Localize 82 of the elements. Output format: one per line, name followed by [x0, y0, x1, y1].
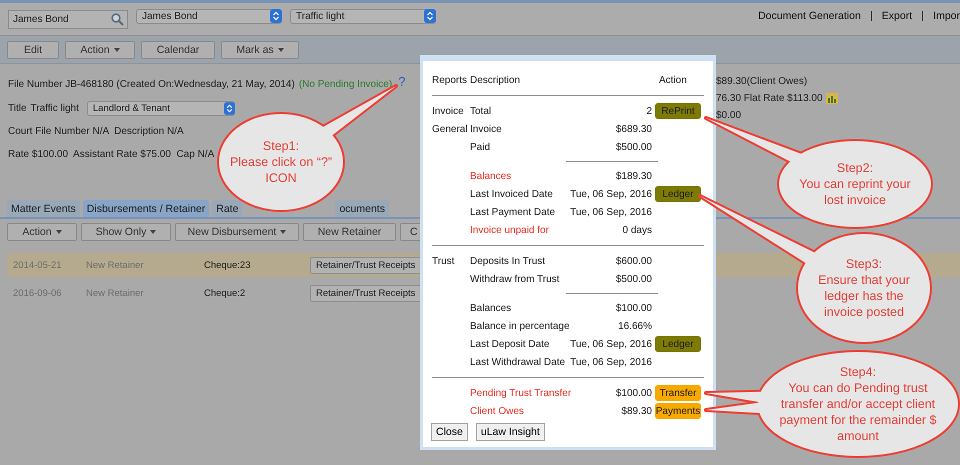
command-button[interactable]: Ledger	[655, 336, 701, 352]
report-label: Total	[470, 106, 492, 116]
type-cell-text: New Retainer	[86, 260, 145, 270]
report-label: Last Payment Date	[470, 206, 556, 218]
report-label: Paid	[470, 142, 490, 152]
toolbar-button[interactable]: Action	[7, 223, 77, 241]
toolbar-button[interactable]: Edit	[7, 40, 59, 58]
callout-text: Step4: You can do Pending trust transfer and/or accept client payment for the remainder $ amount	[778, 364, 938, 444]
report-value: Tue, 06 Sep, 2016	[569, 206, 653, 218]
report-value: 16.66%	[617, 320, 653, 332]
date-cell-text: 2014-05-21	[12, 260, 63, 270]
select-arrows-icon	[424, 9, 436, 23]
title-label: Title	[8, 102, 27, 114]
report-label: Balances	[470, 302, 512, 314]
toolbar-button[interactable]: Show Only	[81, 223, 171, 241]
report-value: Tue, 06 Sep, 2016	[569, 356, 653, 368]
column-header: Reports	[432, 74, 468, 86]
summary-text: $0.00	[716, 110, 742, 121]
tab[interactable]: Rate	[212, 200, 242, 217]
report-value: Tue, 06 Sep, 2016	[569, 188, 653, 200]
tab[interactable]: Disbursements / Retainer	[82, 200, 210, 217]
toolbar-button[interactable]: Action	[65, 40, 135, 58]
select-field[interactable]: Traffic light	[290, 8, 436, 24]
info-text: Rate $100.00 Assistant Rate $75.00 Cap N/A	[8, 149, 214, 160]
report-value: $689.30	[614, 124, 653, 134]
report-value: $189.30	[614, 170, 653, 182]
nav-link[interactable]: Document Generation	[748, 10, 871, 22]
callout-text: Step2: You can reprint your lost invoice	[798, 160, 912, 208]
nav-link[interactable]: Export	[872, 10, 922, 22]
column-header: Description	[470, 74, 520, 86]
report-group: General	[432, 124, 468, 134]
report-value: $100.00	[614, 388, 653, 398]
report-label: Last Invoiced Date	[470, 188, 553, 200]
search-icon	[111, 12, 124, 26]
command-button[interactable]: Transfer	[655, 385, 701, 401]
invoice-status: (No Pending Invoice)	[298, 79, 392, 90]
report-label: Invoice	[470, 124, 502, 134]
report-value: $89.30	[620, 406, 653, 416]
category-select[interactable]: Landlord & Tenant	[86, 100, 235, 116]
select-arrows-icon	[224, 102, 235, 114]
file-number: File Number JB-468180 (Created On:Wednesday, 21 May, 2014)	[8, 79, 295, 90]
report-label: Last Deposit Date	[470, 338, 550, 350]
callout-text: Step1: Please click on “?” ICON	[228, 138, 334, 186]
report-value: $600.00	[614, 256, 653, 266]
select-arrows-icon	[270, 9, 282, 23]
summary-text: $89.30(Client Owes)	[716, 76, 808, 87]
toolbar-button[interactable]: New Disbursement	[175, 223, 299, 241]
search-field[interactable]: James Bond	[8, 10, 128, 28]
tab[interactable]: ocuments	[335, 200, 389, 217]
report-label: Client Owes	[470, 406, 524, 416]
toolbar-button[interactable]: Mark as	[221, 40, 299, 58]
type-cell-text: New Retainer	[86, 288, 145, 298]
command-button[interactable]: RePrint	[655, 103, 701, 119]
summary-text: 76.30 Flat Rate $113.00	[716, 93, 823, 104]
report-value: 0 days	[622, 224, 653, 236]
report-label: Pending Trust Transfer	[470, 388, 572, 398]
report-label: Invoice unpaid for	[470, 224, 549, 236]
command-button[interactable]: Ledger	[655, 186, 701, 202]
report-value: $100.00	[614, 302, 653, 314]
select-field[interactable]: James Bond	[136, 8, 282, 24]
report-label: Deposits In Trust	[470, 256, 546, 266]
report-group: Invoice	[432, 106, 464, 116]
toolbar-button[interactable]: New Retainer	[303, 223, 396, 241]
nav-link[interactable]: Impor	[923, 10, 960, 22]
bar-chart-icon	[826, 93, 838, 104]
report-value: $500.00	[614, 142, 653, 152]
report-label: Balances	[470, 170, 512, 182]
tab[interactable]: Matter Events	[7, 200, 80, 217]
info-text: Court File Number N/A Description N/A	[8, 126, 184, 137]
dialog-button[interactable]: uLaw Insight	[476, 423, 545, 441]
toolbar-button[interactable]: Calendar	[141, 40, 215, 58]
dialog-button[interactable]: Close	[431, 423, 468, 441]
report-label: Balance in percentage	[470, 320, 570, 332]
column-header: Action	[658, 74, 688, 86]
report-label: Last Withdrawal Date	[470, 356, 566, 368]
reference-cell-text: Cheque:2	[204, 288, 246, 298]
date-cell-text: 2016-09-06	[12, 288, 63, 298]
reference-cell-text: Cheque:23	[204, 260, 252, 270]
report-value: Tue, 06 Sep, 2016	[569, 338, 653, 350]
command-button[interactable]: Payments	[655, 403, 701, 419]
title-value: Traffic light	[30, 102, 79, 114]
report-value: 2	[645, 106, 653, 116]
